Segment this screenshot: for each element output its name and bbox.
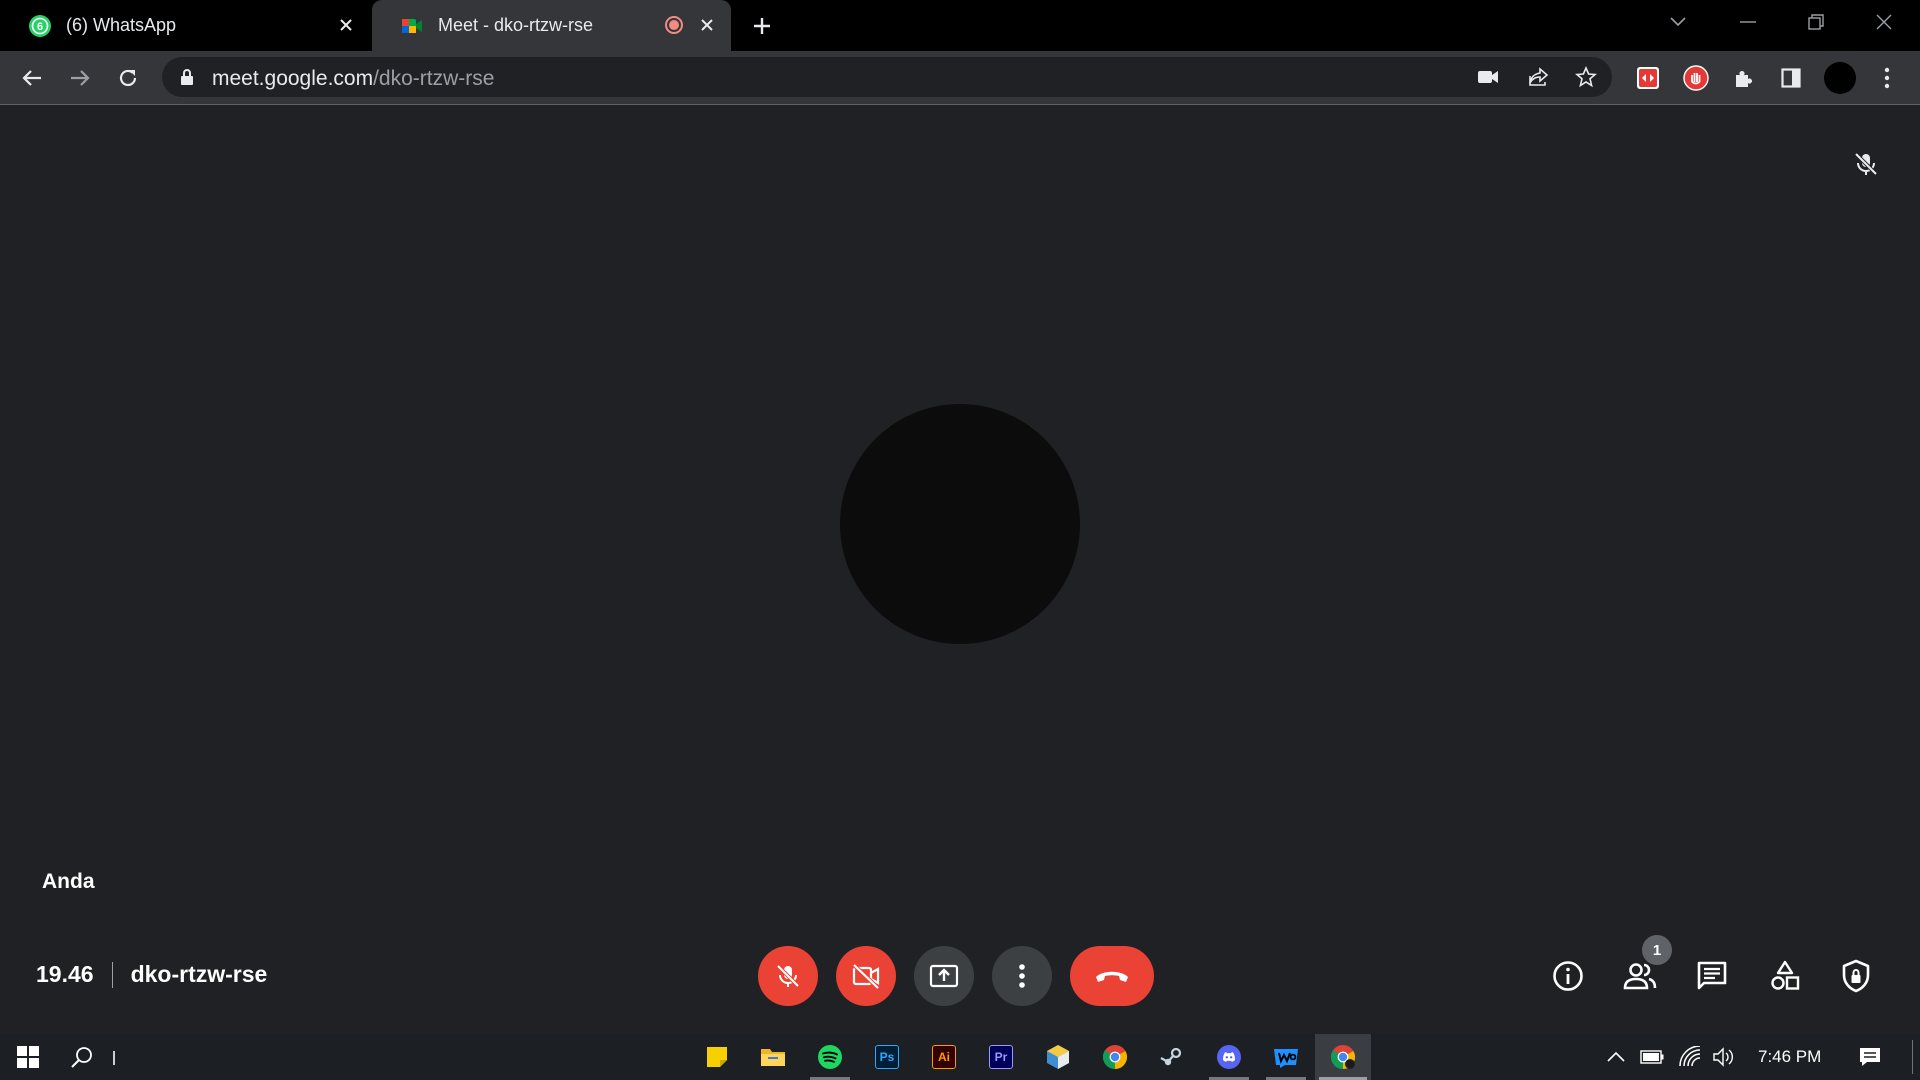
chat-button[interactable] <box>1694 958 1730 994</box>
minimize-icon[interactable] <box>1730 8 1766 36</box>
participant-name: Anda <box>42 870 95 893</box>
meeting-details: 19.46 dko-rtzw-rse <box>36 961 267 988</box>
tab-whatsapp[interactable]: 6 (6) WhatsApp <box>0 0 370 51</box>
reload-icon[interactable] <box>114 64 142 92</box>
more-options-icon <box>1018 963 1026 989</box>
camera-off-icon <box>851 963 881 989</box>
google-meet-icon <box>400 14 424 38</box>
mic-toggle-button[interactable] <box>758 946 818 1006</box>
meeting-time: 19.46 <box>36 961 94 987</box>
end-call-icon <box>1093 968 1131 984</box>
show-desktop-divider[interactable] <box>1912 1040 1913 1074</box>
browser-menu-icon[interactable] <box>1873 64 1901 92</box>
more-options-button[interactable] <box>992 946 1052 1006</box>
search-icon <box>70 1045 94 1069</box>
taskbar-clock[interactable]: 7:46 PM <box>1758 1047 1821 1067</box>
whatsapp-badge: 6 <box>37 21 43 33</box>
activities-button[interactable] <box>1767 958 1803 994</box>
taskbar-sticky-notes[interactable] <box>689 1034 745 1080</box>
camera-in-use-icon[interactable] <box>1476 65 1500 89</box>
url-path: /dko-rtzw-rse <box>373 67 495 90</box>
taskbar-file-explorer[interactable] <box>745 1034 801 1080</box>
activities-icon <box>1769 960 1801 992</box>
wifi-icon[interactable] <box>1678 1045 1702 1069</box>
taskbar-webtoon[interactable] <box>1258 1034 1314 1080</box>
recording-icon <box>665 16 683 34</box>
taskbar-chrome-active[interactable] <box>1315 1034 1371 1080</box>
close-tab-icon[interactable] <box>695 13 719 37</box>
url-domain: meet.google.com <box>212 67 374 90</box>
taskbar-discord[interactable] <box>1201 1034 1257 1080</box>
people-count-badge: 1 <box>1642 935 1672 965</box>
battery-icon[interactable] <box>1640 1045 1664 1069</box>
info-icon <box>1552 960 1584 992</box>
new-tab-button[interactable] <box>748 12 776 40</box>
browser-tab-strip: 6 (6) WhatsApp Meet - dko-rtzw-rse <box>0 0 1920 51</box>
taskbar-spotify[interactable] <box>802 1034 858 1080</box>
present-screen-button[interactable] <box>914 946 974 1006</box>
browser-toolbar: meet.google.com/dko-rtzw-rse <box>0 51 1920 105</box>
webtoon-icon <box>1273 1045 1299 1069</box>
mic-muted-indicator-icon <box>1852 150 1880 178</box>
side-panel-icon[interactable] <box>1777 64 1805 92</box>
participant-avatar <box>840 404 1080 644</box>
people-icon <box>1623 961 1657 991</box>
bookmark-star-icon[interactable] <box>1574 65 1598 89</box>
profile-avatar[interactable] <box>1824 62 1856 94</box>
restore-icon[interactable] <box>1798 8 1834 36</box>
windows-logo-icon <box>16 1045 40 1069</box>
hexagon-app-icon <box>1046 1044 1070 1070</box>
start-button[interactable] <box>0 1034 56 1080</box>
extension-translate-icon[interactable] <box>1634 64 1662 92</box>
taskbar-search-button[interactable] <box>54 1034 110 1080</box>
taskbar-app-hex[interactable] <box>1030 1034 1086 1080</box>
action-center-icon[interactable] <box>1858 1045 1882 1069</box>
meeting-info-button[interactable] <box>1550 958 1586 994</box>
divider <box>111 961 113 988</box>
extension-adblock-icon[interactable] <box>1682 64 1710 92</box>
taskbar-premiere[interactable]: Pr <box>973 1034 1029 1080</box>
show-hidden-icons-icon[interactable] <box>1604 1045 1628 1069</box>
taskbar-chrome[interactable] <box>1087 1034 1143 1080</box>
meeting-code: dko-rtzw-rse <box>130 961 268 987</box>
search-text-cursor <box>113 1051 115 1065</box>
tab-search-icon[interactable] <box>1660 8 1696 36</box>
host-controls-icon <box>1841 959 1871 993</box>
taskbar-steam[interactable] <box>1144 1034 1200 1080</box>
taskbar-photoshop[interactable]: Ps <box>859 1034 915 1080</box>
chrome-icon <box>1330 1044 1356 1070</box>
tab-title: (6) WhatsApp <box>66 15 177 35</box>
folder-icon <box>760 1046 786 1068</box>
tab-title: Meet - dko-rtzw-rse <box>438 15 594 35</box>
present-screen-icon <box>929 963 959 989</box>
sticky-notes-icon <box>705 1045 729 1069</box>
windows-taskbar: Ps Ai Pr 7:46 PM <box>0 1034 1920 1080</box>
back-icon[interactable] <box>18 64 46 92</box>
whatsapp-icon: 6 <box>28 14 52 38</box>
taskbar-illustrator[interactable]: Ai <box>916 1034 972 1080</box>
volume-icon[interactable] <box>1712 1045 1736 1069</box>
photoshop-icon: Ps <box>875 1045 899 1069</box>
close-tab-icon[interactable] <box>334 13 358 37</box>
extensions-puzzle-icon[interactable] <box>1730 64 1758 92</box>
spotify-icon <box>817 1044 843 1070</box>
tab-meet[interactable]: Meet - dko-rtzw-rse <box>372 0 731 51</box>
forward-icon[interactable] <box>66 64 94 92</box>
close-window-icon[interactable] <box>1866 8 1902 36</box>
steam-icon <box>1159 1044 1185 1070</box>
chat-icon <box>1696 960 1728 992</box>
share-icon[interactable] <box>1526 65 1550 89</box>
address-bar[interactable]: meet.google.com/dko-rtzw-rse <box>162 57 1612 97</box>
discord-icon <box>1216 1044 1242 1070</box>
illustrator-icon: Ai <box>932 1045 956 1069</box>
meet-stage: Anda 19.46 dko-rtzw-rse 1 <box>0 106 1920 1034</box>
lock-icon[interactable] <box>180 68 194 86</box>
url-text: meet.google.com/dko-rtzw-rse <box>212 67 494 91</box>
mic-off-icon <box>774 962 802 990</box>
chrome-icon <box>1102 1044 1128 1070</box>
camera-toggle-button[interactable] <box>836 946 896 1006</box>
host-controls-button[interactable] <box>1838 958 1874 994</box>
leave-call-button[interactable] <box>1070 946 1154 1006</box>
premiere-pro-icon: Pr <box>989 1045 1013 1069</box>
